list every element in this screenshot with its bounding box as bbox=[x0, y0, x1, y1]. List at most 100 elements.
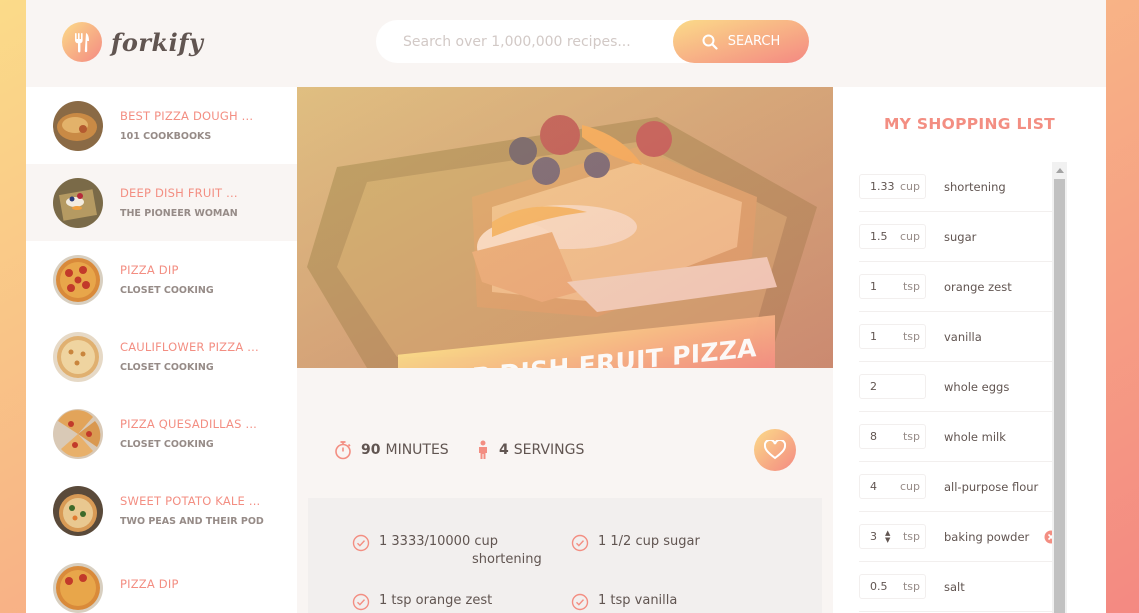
shopping-count-input[interactable]: 3 ▲ ▼ tsp bbox=[859, 524, 926, 549]
shopping-description: baking powder bbox=[944, 529, 1030, 544]
ingredient-text: 1 1/2 cup sugar bbox=[598, 534, 700, 549]
bookmark-button[interactable] bbox=[754, 429, 796, 471]
shopping-count: 8 bbox=[870, 430, 877, 443]
shopping-count: 1.5 bbox=[870, 230, 888, 243]
shopping-count-input[interactable]: 1 tsp bbox=[859, 274, 926, 299]
shopping-count: 1 bbox=[870, 330, 877, 343]
logo[interactable]: forkify bbox=[62, 22, 204, 62]
shopping-count-input[interactable]: 0.5 tsp bbox=[859, 574, 926, 599]
result-author: Two Peas and Their Pod bbox=[120, 516, 264, 527]
result-item-active[interactable]: Deep Dish Fruit ... The Pioneer Woman bbox=[26, 164, 297, 241]
ingredient-item: 1 tsp orange zest bbox=[352, 592, 492, 611]
shopping-list: 1.33 cup shortening 1.5 cup sugar 1 tsp … bbox=[859, 162, 1058, 612]
result-author: 101 Cookbooks bbox=[120, 131, 212, 142]
recipe-minutes-label: minutes bbox=[385, 442, 449, 458]
result-author: Closet Cooking bbox=[120, 439, 214, 450]
ingredient-item: 1 3333/10000 cup shortening bbox=[352, 533, 542, 569]
search-form: Search bbox=[376, 20, 809, 63]
ingredient-item: 1 tsp vanilla bbox=[571, 592, 677, 611]
shopping-count-input[interactable]: 1 tsp bbox=[859, 324, 926, 349]
result-thumbnail bbox=[53, 562, 103, 613]
shopping-list-scrollbar[interactable] bbox=[1052, 162, 1067, 613]
result-title: Deep Dish Fruit ... bbox=[120, 186, 238, 200]
result-item[interactable]: Pizza Quesadillas ... Closet Cooking bbox=[26, 395, 297, 472]
shopping-count: 1 bbox=[870, 280, 877, 293]
search-input[interactable] bbox=[403, 26, 693, 57]
shopping-item: 1 tsp vanilla bbox=[859, 312, 1052, 362]
shopping-item: 8 tsp whole milk bbox=[859, 412, 1052, 462]
result-item[interactable]: Cauliflower Pizza ... Closet Cooking bbox=[26, 318, 297, 395]
shopping-unit: tsp bbox=[902, 430, 920, 443]
results-list: Best Pizza Dough ... 101 Cookbooks Deep … bbox=[26, 87, 297, 613]
ingredient-text: 1 tsp vanilla bbox=[598, 593, 678, 608]
result-item[interactable]: Pizza Dip bbox=[26, 549, 297, 613]
result-title: Pizza Dip bbox=[120, 263, 179, 277]
shopping-description: vanilla bbox=[944, 329, 982, 344]
shopping-unit: tsp bbox=[902, 530, 920, 543]
shopping-unit: tsp bbox=[902, 330, 920, 343]
result-author: Closet Cooking bbox=[120, 285, 214, 296]
shopping-description: salt bbox=[944, 579, 965, 594]
check-icon bbox=[352, 593, 370, 611]
shopping-unit: cup bbox=[899, 180, 920, 193]
result-item[interactable]: Best Pizza Dough ... 101 Cookbooks bbox=[26, 87, 297, 164]
fork-knife-icon bbox=[62, 22, 102, 62]
result-thumbnail bbox=[53, 408, 103, 459]
spinner-arrows-icon[interactable]: ▲ ▼ bbox=[885, 530, 890, 544]
recipe-panel: Deep Dish Fruit Pizza 90 minutes 4 bbox=[297, 87, 833, 613]
shopping-list-title: My Shopping List bbox=[883, 115, 1056, 133]
forkify-app: forkify Search over 1,000,000 recipes...… bbox=[26, 0, 1106, 613]
result-author: Closet Cooking bbox=[120, 362, 214, 373]
check-icon bbox=[571, 534, 589, 552]
shopping-item-hover: 3 ▲ ▼ tsp baking powder bbox=[859, 512, 1058, 562]
shopping-count-input[interactable]: 4 cup bbox=[859, 474, 926, 499]
recipe-minutes: 90 bbox=[361, 442, 381, 458]
recipe-details: 90 minutes 4 servings bbox=[308, 368, 822, 498]
shopping-unit: tsp bbox=[902, 580, 920, 593]
ingredient-item: 1 1/2 cup sugar bbox=[571, 533, 700, 552]
search-button-label: Search bbox=[727, 34, 781, 49]
stopwatch-icon bbox=[335, 441, 351, 460]
shopping-count: 2 bbox=[870, 380, 877, 393]
shopping-description: orange zest bbox=[944, 279, 1012, 294]
result-item[interactable]: Sweet Potato Kale ... Two Peas and Their… bbox=[26, 472, 297, 549]
shopping-description: shortening bbox=[944, 179, 1006, 194]
ingredient-text: 1 tsp orange zest bbox=[379, 593, 493, 608]
ingredient-list: 1 3333/10000 cup shortening 1 1/2 cup su… bbox=[308, 498, 822, 613]
shopping-count-input[interactable]: 8 tsp bbox=[859, 424, 926, 449]
result-thumbnail bbox=[53, 254, 103, 305]
shopping-description: all-purpose flour bbox=[944, 479, 1039, 494]
result-title: Pizza Quesadillas ... bbox=[120, 417, 258, 431]
result-thumbnail bbox=[53, 100, 103, 151]
logo-text: forkify bbox=[111, 27, 204, 57]
shopping-count-input[interactable]: 2 bbox=[859, 374, 926, 399]
ingredient-text: 1 3333/10000 cup bbox=[379, 534, 498, 549]
result-title: Cauliflower Pizza ... bbox=[120, 340, 259, 354]
result-thumbnail bbox=[53, 177, 103, 228]
shopping-list-panel: My Shopping List 1.33 cup shortening 1.5… bbox=[833, 87, 1106, 613]
check-icon bbox=[352, 534, 370, 552]
shopping-description: whole milk bbox=[944, 429, 1006, 444]
recipe-servings-label: servings bbox=[513, 442, 585, 458]
search-button[interactable]: Search bbox=[673, 20, 809, 63]
result-title: Pizza Dip bbox=[120, 576, 179, 591]
shopping-description: whole eggs bbox=[944, 379, 1010, 394]
shopping-item: 0.5 tsp salt bbox=[859, 562, 1052, 612]
recipe-servings-count: 4 bbox=[499, 442, 509, 458]
result-item[interactable]: Pizza Dip Closet Cooking bbox=[26, 241, 297, 318]
shopping-item: 1.5 cup sugar bbox=[859, 212, 1052, 262]
header: forkify Search bbox=[26, 0, 1106, 87]
shopping-count-input[interactable]: 1.5 cup bbox=[859, 224, 926, 249]
shopping-unit: cup bbox=[899, 480, 920, 493]
scrollbar-thumb[interactable] bbox=[1054, 179, 1065, 613]
shopping-description: sugar bbox=[944, 229, 977, 244]
scroll-up-arrow-icon[interactable] bbox=[1052, 162, 1067, 178]
check-icon bbox=[571, 593, 589, 611]
result-title: Best Pizza Dough ... bbox=[120, 109, 254, 123]
shopping-count: 1.33 bbox=[870, 180, 895, 193]
shopping-count-input[interactable]: 1.33 cup bbox=[859, 174, 926, 199]
person-icon bbox=[479, 440, 487, 459]
ingredient-text-cont: shortening bbox=[472, 552, 542, 567]
result-author: The Pioneer Woman bbox=[120, 208, 238, 219]
shopping-unit: tsp bbox=[902, 280, 920, 293]
